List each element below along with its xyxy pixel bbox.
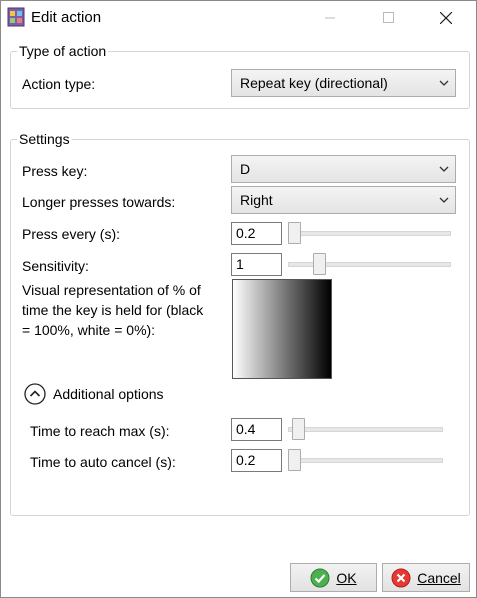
press-key-dropdown[interactable]: D <box>231 155 456 183</box>
press-every-input[interactable]: 0.2 <box>231 222 282 245</box>
type-of-action-legend: Type of action <box>19 43 107 59</box>
time-to-max-slider[interactable] <box>288 418 443 440</box>
sensitivity-input[interactable]: 1 <box>231 253 282 276</box>
slider-track <box>288 231 451 236</box>
x-circle-icon <box>391 568 411 587</box>
chevron-down-icon <box>439 197 449 203</box>
sensitivity-slider[interactable] <box>288 253 451 275</box>
slider-thumb[interactable] <box>313 253 326 275</box>
maximize-icon <box>382 12 394 23</box>
chevron-down-icon <box>439 80 449 86</box>
ok-button[interactable]: OK <box>290 563 377 592</box>
edit-action-window: Edit action Type of action Action type: … <box>0 0 477 598</box>
auto-cancel-label: Time to auto cancel (s): <box>30 454 176 470</box>
slider-track <box>288 427 443 432</box>
minimize-button[interactable] <box>307 1 353 34</box>
dialog-body: Type of action Action type: Repeat key (… <box>1 34 476 597</box>
press-every-slider[interactable] <box>288 222 451 244</box>
settings-legend: Settings <box>19 131 70 147</box>
close-icon <box>440 11 452 24</box>
press-every-label: Press every (s): <box>22 226 121 242</box>
visual-representation-label-line1: Visual representation of % of <box>22 282 201 298</box>
title-bar: Edit action <box>1 1 476 34</box>
additional-options-toggle[interactable]: Additional options <box>53 386 164 402</box>
cancel-label: Cancel <box>417 569 461 586</box>
time-to-max-input[interactable]: 0.4 <box>231 418 282 441</box>
longer-presses-dropdown[interactable]: Right <box>231 186 456 214</box>
sensitivity-label: Sensitivity: <box>22 258 89 274</box>
maximize-button[interactable] <box>365 1 411 34</box>
action-type-value: Repeat key (directional) <box>240 75 388 91</box>
press-key-label: Press key: <box>22 163 88 179</box>
visual-representation-label-line2: time the key is held for (black <box>22 302 204 318</box>
app-icon <box>7 7 25 27</box>
time-to-max-label: Time to reach max (s): <box>30 423 170 439</box>
minimize-icon <box>325 17 335 18</box>
cancel-button[interactable]: Cancel <box>382 563 470 592</box>
close-button[interactable] <box>423 1 469 34</box>
window-title: Edit action <box>31 9 102 26</box>
slider-thumb[interactable] <box>292 418 305 440</box>
hold-gradient-preview <box>232 279 332 379</box>
auto-cancel-slider[interactable] <box>288 449 443 471</box>
longer-presses-label: Longer presses towards: <box>22 194 176 210</box>
longer-presses-value: Right <box>240 192 273 208</box>
visual-representation-label-line3: = 100%, white = 0%): <box>22 322 156 338</box>
chevron-up-circle-icon[interactable] <box>24 383 46 405</box>
press-key-value: D <box>240 161 251 177</box>
slider-thumb[interactable] <box>288 449 301 471</box>
check-icon <box>310 568 330 587</box>
auto-cancel-input[interactable]: 0.2 <box>231 449 282 472</box>
ok-label: OK <box>336 569 357 586</box>
chevron-down-icon <box>439 166 449 172</box>
slider-thumb[interactable] <box>288 222 301 244</box>
action-type-label: Action type: <box>22 76 96 92</box>
slider-track <box>288 458 443 463</box>
action-type-dropdown[interactable]: Repeat key (directional) <box>231 69 456 97</box>
